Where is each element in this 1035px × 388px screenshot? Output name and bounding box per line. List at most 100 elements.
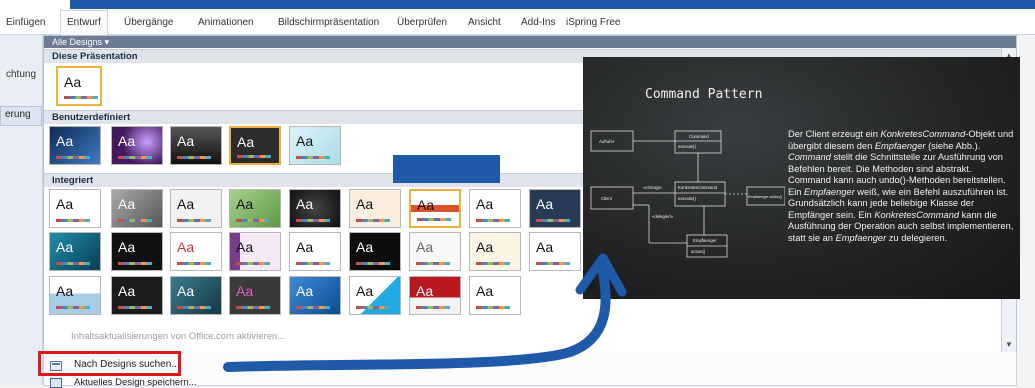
slide-text-italic: Empfaenger bbox=[835, 232, 887, 243]
thumb-colors bbox=[356, 219, 390, 222]
thumb-aa: Aa bbox=[476, 196, 494, 212]
theme-thumb-builtin-9[interactable]: Aa bbox=[529, 189, 581, 228]
thumb-aa: Aa bbox=[118, 239, 136, 255]
theme-thumb-builtin-12[interactable]: Aa bbox=[170, 232, 222, 271]
thumb-colors bbox=[476, 219, 510, 222]
theme-thumb-builtin-2[interactable]: Aa bbox=[111, 189, 163, 228]
left-label-achtung[interactable]: chtung bbox=[6, 69, 36, 80]
thumb-aa: Aa bbox=[236, 283, 254, 299]
theme-thumb-builtin-23[interactable]: Aa bbox=[289, 276, 341, 315]
theme-thumb-builtin-7[interactable]: Aa bbox=[409, 189, 461, 228]
tab-einfuegen[interactable]: Einfügen bbox=[0, 13, 51, 33]
theme-thumb-builtin-3[interactable]: Aa bbox=[170, 189, 222, 228]
theme-thumb-builtin-1[interactable]: Aa bbox=[49, 189, 101, 228]
theme-thumb-builtin-20[interactable]: Aa bbox=[111, 276, 163, 315]
tab-ispring[interactable]: iSpring Free bbox=[560, 13, 626, 33]
theme-thumb-builtin-14[interactable]: Aa bbox=[289, 232, 341, 271]
thumb-aa: Aa bbox=[536, 196, 554, 212]
tab-bildschirmpraesentation[interactable]: Bildschirmpräsentation bbox=[272, 13, 385, 33]
slide-text-part: Der Client erzeugt ein bbox=[788, 129, 881, 139]
tab-ansicht[interactable]: Ansicht bbox=[462, 13, 507, 33]
theme-thumb-builtin-11[interactable]: Aa bbox=[111, 232, 163, 271]
slide-text-part: (siehe Abb.). bbox=[925, 140, 981, 151]
thumb-colors bbox=[64, 96, 98, 99]
theme-thumb-builtin-5[interactable]: Aa bbox=[289, 189, 341, 228]
thumb-colors bbox=[118, 156, 152, 159]
thumb-colors bbox=[56, 306, 90, 309]
theme-thumb-builtin-6[interactable]: Aa bbox=[349, 189, 401, 228]
thumb-colors bbox=[118, 262, 152, 265]
theme-thumb-builtin-19[interactable]: Aa bbox=[49, 276, 101, 315]
thumb-aa: Aa bbox=[476, 283, 494, 299]
thumb-colors bbox=[536, 219, 570, 222]
thumb-colors bbox=[536, 262, 570, 265]
theme-thumb-custom-2[interactable]: Aa bbox=[111, 126, 163, 165]
thumb-aa: Aa bbox=[296, 133, 314, 149]
uml-aufrufer: Aufrufer bbox=[599, 139, 615, 144]
thumb-aa: Aa bbox=[416, 239, 434, 255]
theme-thumb-current[interactable]: Aa bbox=[56, 66, 102, 106]
thumb-colors bbox=[177, 219, 211, 222]
theme-thumb-builtin-13[interactable]: Aa bbox=[229, 232, 281, 271]
thumb-colors bbox=[296, 156, 330, 159]
thumb-aa: Aa bbox=[177, 133, 195, 149]
slide-title: Command Pattern bbox=[645, 87, 763, 102]
thumb-colors bbox=[416, 262, 450, 265]
tab-entwurf[interactable]: Entwurf bbox=[60, 10, 108, 35]
theme-thumb-custom-1[interactable]: Aa bbox=[49, 126, 101, 165]
highlight-box bbox=[38, 351, 181, 376]
thumb-aa: Aa bbox=[356, 196, 374, 212]
title-bar-band bbox=[70, 0, 1035, 9]
theme-thumb-custom-5[interactable]: Aa bbox=[289, 126, 341, 165]
theme-thumb-custom-3[interactable]: Aa bbox=[170, 126, 222, 165]
theme-thumb-builtin-21[interactable]: Aa bbox=[170, 276, 222, 315]
theme-thumb-builtin-26[interactable]: Aa bbox=[469, 276, 521, 315]
slide-text-italic: Empfaenger bbox=[804, 186, 855, 197]
theme-thumb-builtin-17[interactable]: Aa bbox=[469, 232, 521, 271]
thumb-colors bbox=[177, 306, 211, 309]
theme-thumb-builtin-15[interactable]: Aa bbox=[349, 232, 401, 271]
annotation-rectangle bbox=[393, 155, 500, 183]
theme-thumb-custom-4[interactable]: Aa bbox=[229, 126, 281, 165]
uml-command: Command bbox=[689, 134, 709, 139]
thumb-colors bbox=[236, 306, 270, 309]
thumb-aa: Aa bbox=[237, 134, 255, 150]
theme-thumb-builtin-8[interactable]: Aa bbox=[469, 189, 521, 228]
thumb-colors bbox=[296, 219, 330, 222]
thumb-aa: Aa bbox=[356, 283, 374, 299]
slide-body-text: Der Client erzeugt ein KonkretesCommand-… bbox=[788, 129, 1016, 244]
thumb-aa: Aa bbox=[296, 239, 314, 255]
theme-thumb-builtin-22[interactable]: Aa bbox=[229, 276, 281, 315]
theme-thumb-builtin-25[interactable]: Aa bbox=[409, 276, 461, 315]
thumb-colors bbox=[296, 262, 330, 265]
thumb-aa: Aa bbox=[177, 196, 195, 212]
thumb-aa: Aa bbox=[64, 74, 82, 90]
uml-client-box bbox=[590, 186, 634, 210]
thumb-colors bbox=[236, 219, 270, 222]
thumb-aa: Aa bbox=[177, 239, 195, 255]
thumb-aa: Aa bbox=[296, 196, 314, 212]
save-design-icon bbox=[50, 378, 62, 388]
left-box[interactable]: erung bbox=[0, 106, 42, 126]
thumb-aa: Aa bbox=[536, 239, 554, 255]
thumb-colors bbox=[177, 156, 211, 159]
scroll-down-icon[interactable]: ▼ bbox=[1004, 340, 1014, 350]
theme-thumb-builtin-24[interactable]: Aa bbox=[349, 276, 401, 315]
theme-thumb-builtin-18[interactable]: Aa bbox=[529, 232, 581, 271]
thumb-aa: Aa bbox=[416, 283, 434, 299]
office-update-item[interactable]: Inhaltsaktualisierungen von Office.com a… bbox=[71, 331, 285, 342]
thumb-colors bbox=[476, 306, 510, 309]
theme-thumb-builtin-16[interactable]: Aa bbox=[409, 232, 461, 271]
save-design-item[interactable]: Aktuelles Design speichern... bbox=[74, 377, 197, 388]
tab-animationen[interactable]: Animationen bbox=[192, 13, 260, 33]
title-bar bbox=[0, 0, 1035, 10]
gallery-menu: Nach Designs suchen... Aktuelles Design … bbox=[43, 352, 1017, 388]
theme-thumb-builtin-10[interactable]: Aa bbox=[49, 232, 101, 271]
theme-thumb-builtin-4[interactable]: Aa bbox=[229, 189, 281, 228]
tab-ueberpruefen[interactable]: Überprüfen bbox=[391, 13, 453, 33]
tab-addins[interactable]: Add-Ins bbox=[515, 13, 561, 33]
gallery-filter[interactable]: Alle Designs ▾ bbox=[44, 36, 1016, 48]
tab-uebergaenge[interactable]: Übergänge bbox=[118, 13, 179, 33]
thumb-aa: Aa bbox=[56, 196, 74, 212]
thumb-aa: Aa bbox=[236, 196, 254, 212]
